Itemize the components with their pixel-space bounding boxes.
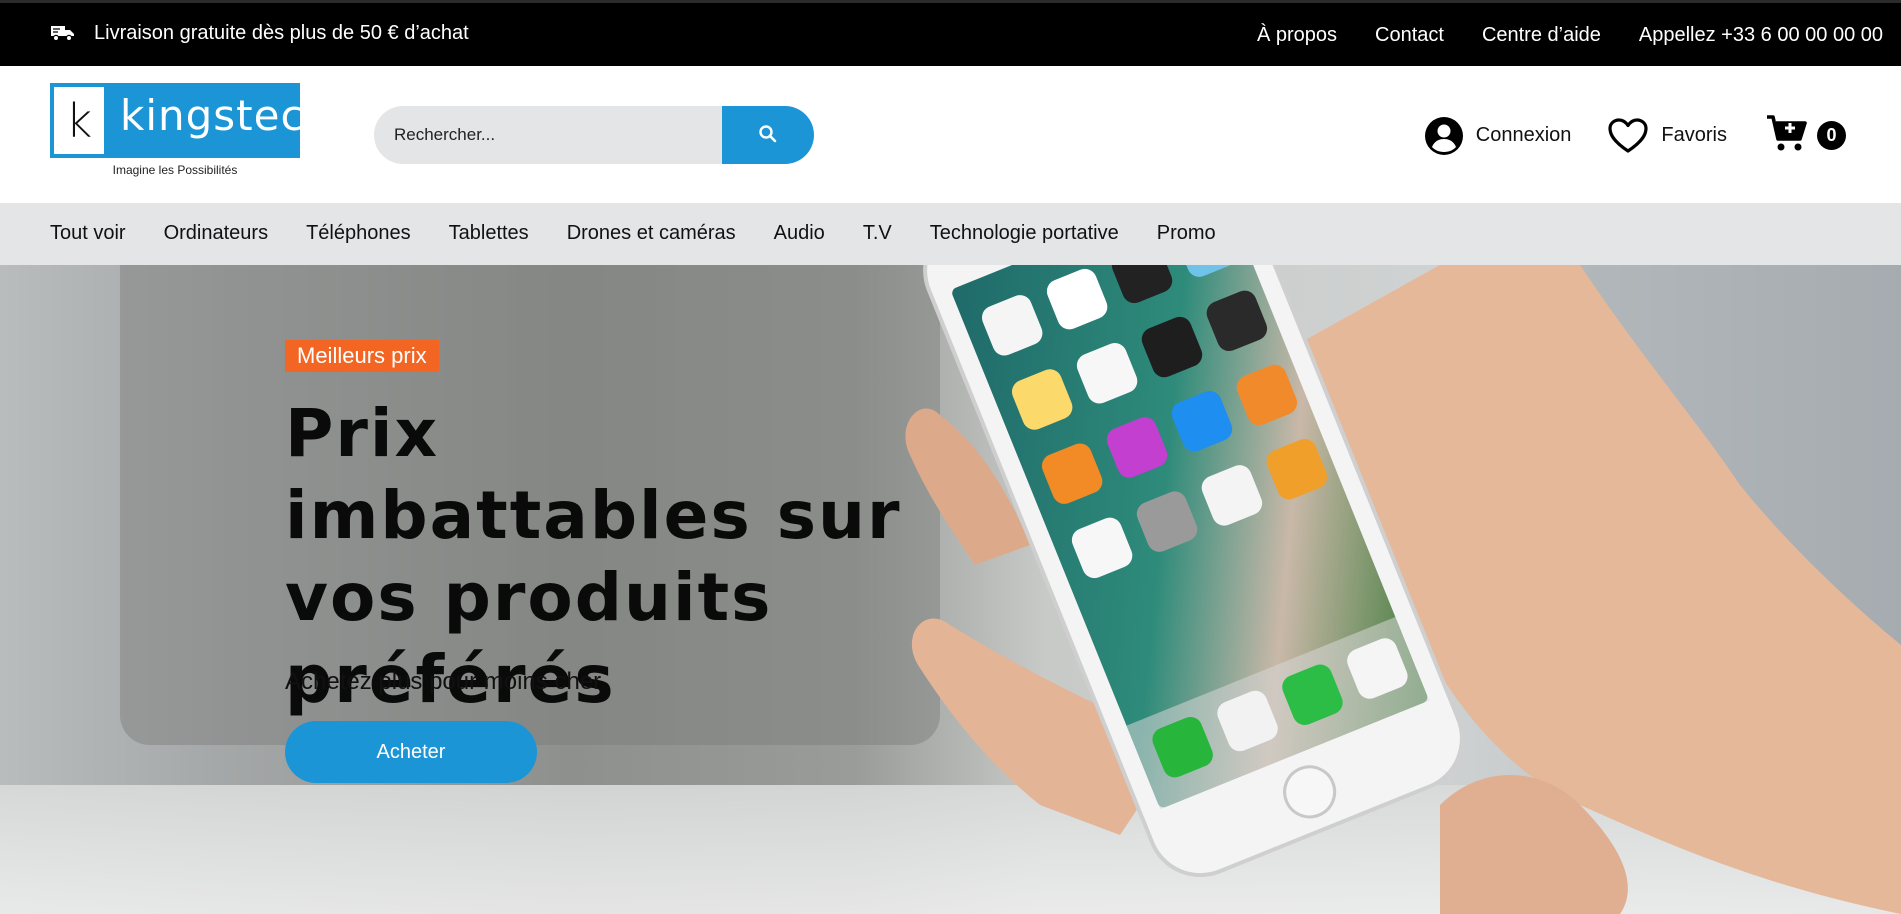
shipping-notice: Livraison gratuite dès plus de 50 € d’ac… bbox=[50, 20, 469, 46]
cart-count-badge: 0 bbox=[1817, 121, 1846, 150]
search-icon bbox=[758, 124, 778, 147]
hero-phone-image bbox=[905, 265, 1901, 914]
category-nav: Tout voir Ordinateurs Téléphones Tablett… bbox=[0, 203, 1901, 265]
nav-item-audio[interactable]: Audio bbox=[774, 222, 825, 245]
search-input[interactable] bbox=[374, 106, 722, 164]
help-center-link[interactable]: Centre d’aide bbox=[1482, 24, 1601, 47]
contact-link[interactable]: Contact bbox=[1375, 24, 1444, 47]
nav-item-computers[interactable]: Ordinateurs bbox=[164, 222, 269, 245]
cart-plus-icon bbox=[1765, 113, 1809, 158]
top-bar: Livraison gratuite dès plus de 50 € d’ac… bbox=[0, 0, 1901, 66]
top-links: À propos Contact Centre d’aide Appellez … bbox=[1257, 24, 1883, 47]
favorites-label: Favoris bbox=[1661, 124, 1727, 146]
login-label: Connexion bbox=[1475, 124, 1572, 146]
nav-item-phones[interactable]: Téléphones bbox=[306, 222, 411, 245]
logo-letter: k bbox=[53, 86, 105, 155]
nav-item-tv[interactable]: T.V bbox=[863, 222, 892, 245]
heart-icon bbox=[1607, 117, 1649, 155]
nav-item-wearables[interactable]: Technologie portative bbox=[930, 222, 1119, 245]
cart-button[interactable]: 0 bbox=[1765, 113, 1846, 158]
category-list: Tout voir Ordinateurs Téléphones Tablett… bbox=[50, 222, 1216, 245]
search-button[interactable] bbox=[722, 106, 814, 164]
login-button[interactable]: Connexion bbox=[1424, 116, 1572, 156]
nav-item-all[interactable]: Tout voir bbox=[50, 222, 126, 245]
truck-icon bbox=[50, 20, 76, 46]
logo-box: k kingstech bbox=[50, 83, 331, 158]
nav-item-promo[interactable]: Promo bbox=[1157, 222, 1216, 245]
nav-item-drones-cameras[interactable]: Drones et caméras bbox=[567, 222, 736, 245]
user-circle-icon bbox=[1424, 116, 1464, 156]
logo-tagline: Imagine les Possibilités bbox=[112, 163, 238, 177]
best-price-badge: Meilleurs prix bbox=[285, 340, 439, 372]
search-bar bbox=[374, 106, 814, 164]
about-link[interactable]: À propos bbox=[1257, 24, 1337, 47]
hero-subtitle: Achetez plus pour moins cher bbox=[285, 668, 602, 695]
nav-item-tablets[interactable]: Tablettes bbox=[449, 222, 529, 245]
site-header: k kingstech Imagine les Possibilités Con… bbox=[0, 66, 1901, 203]
favorites-button[interactable]: Favoris bbox=[1607, 117, 1727, 155]
logo-name: kingstech bbox=[120, 91, 333, 140]
header-actions: Connexion Favoris 0 bbox=[1388, 113, 1846, 158]
buy-button[interactable]: Acheter bbox=[285, 721, 537, 783]
logo[interactable]: k kingstech Imagine les Possibilités bbox=[50, 83, 331, 177]
phone-link[interactable]: Appellez +33 6 00 00 00 00 bbox=[1639, 24, 1883, 47]
shipping-text: Livraison gratuite dès plus de 50 € d’ac… bbox=[94, 21, 469, 44]
